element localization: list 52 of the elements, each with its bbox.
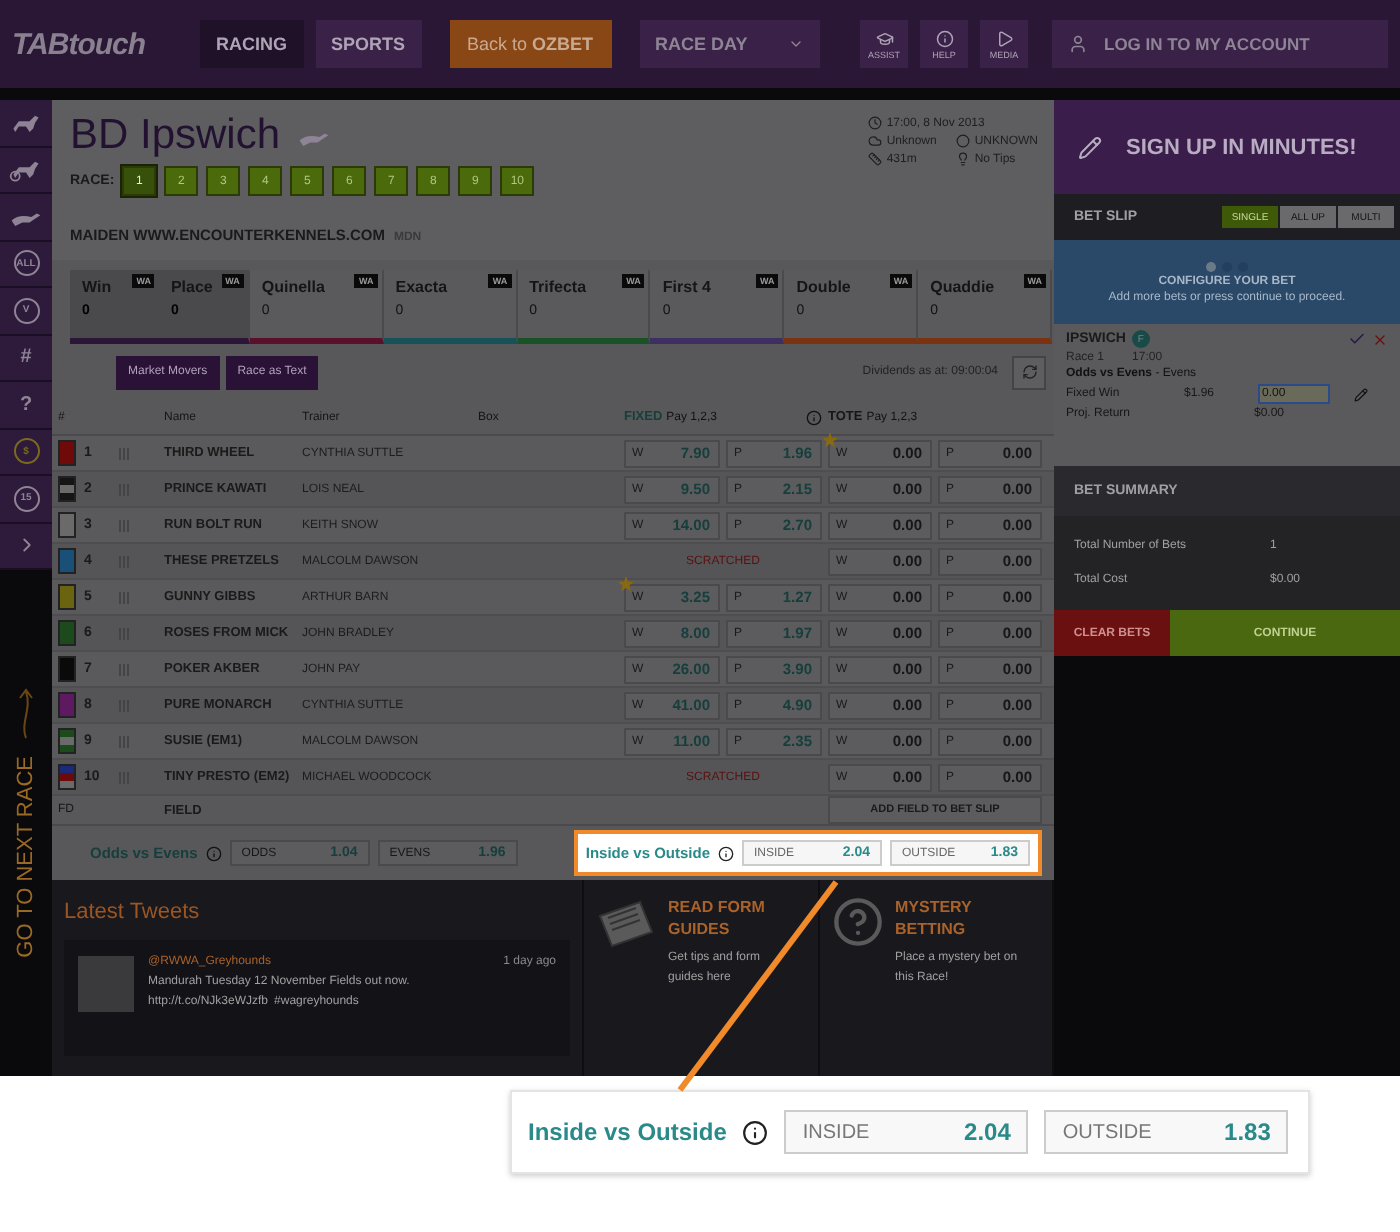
form-icon[interactable] (118, 735, 130, 747)
form-icon[interactable] (118, 591, 130, 603)
info-icon (935, 29, 953, 47)
pencil-icon (1354, 387, 1368, 401)
back-button[interactable]: Back to OZBET (449, 20, 612, 68)
cart-horse-icon (8, 156, 44, 183)
circle-icon (956, 134, 971, 148)
form-icon[interactable] (118, 447, 130, 459)
curved-arrow-icon (18, 688, 34, 741)
tweets-heading: Latest Tweets (64, 900, 200, 924)
play-icon (995, 29, 1013, 47)
sidebar-item[interactable] (0, 194, 52, 241)
nav-tab[interactable]: RACING (200, 20, 303, 68)
ruler-icon (868, 152, 883, 166)
sidebar-item[interactable]: # (0, 335, 52, 382)
logo[interactable]: TABtouch (12, 27, 188, 61)
lightbulb-icon (956, 152, 971, 166)
odds-option[interactable]: OUTSIDE 1.83 (1044, 1110, 1289, 1154)
form-icon[interactable] (118, 663, 130, 675)
sidebar-item[interactable] (0, 100, 52, 147)
graduation-cap-icon (875, 29, 893, 47)
form-icon[interactable] (118, 519, 130, 531)
close-icon (1372, 331, 1388, 347)
sidebar-item[interactable] (0, 147, 52, 194)
star-icon (618, 575, 634, 591)
race-day-dropdown[interactable]: RACE DAY (639, 20, 820, 68)
refresh-button[interactable] (1012, 355, 1046, 389)
question-icon (831, 896, 883, 948)
login-button[interactable]: LOG IN TO MY ACCOUNT (1052, 20, 1388, 68)
race-title: BD Ipswich (70, 112, 281, 160)
avatar-placeholder (78, 956, 134, 1012)
promo-title[interactable]: READ FORM GUIDES (668, 896, 792, 940)
odds-option[interactable]: INSIDE 2.04 (784, 1110, 1029, 1154)
pencil-icon (1078, 135, 1102, 159)
check-icon (1348, 330, 1366, 348)
star-icon (822, 431, 838, 447)
signup-button[interactable]: SIGN UP IN MINUTES! (1054, 100, 1400, 194)
cloud-icon (868, 134, 883, 148)
info-icon (205, 845, 222, 861)
refresh-icon (1021, 364, 1037, 380)
nav-tab[interactable]: SPORTS (315, 20, 422, 68)
clock-icon (868, 116, 883, 130)
promo-title[interactable]: MYSTERY BETTING (895, 896, 1019, 940)
caret-icon (787, 36, 804, 52)
next-race-link[interactable]: GO TO NEXT RACE (14, 756, 38, 958)
info-icon (718, 845, 734, 861)
newspaper-icon (596, 896, 656, 952)
user-icon (1068, 34, 1088, 54)
info-icon (742, 1119, 769, 1145)
market-title: Inside vs Outside (528, 1118, 727, 1146)
info-icon (806, 409, 822, 425)
sidebar-item[interactable]: ? (0, 382, 52, 429)
